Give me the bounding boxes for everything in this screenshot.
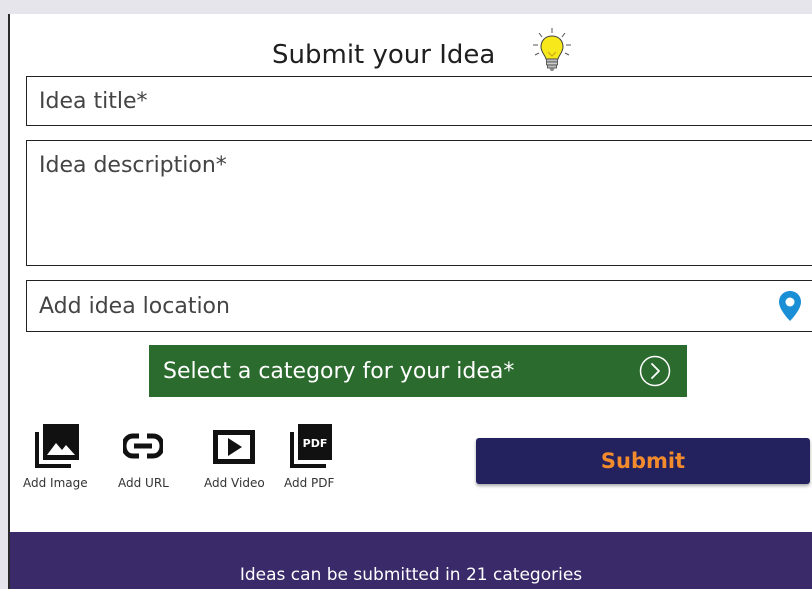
categories-info-text: Ideas can be submitted in 21 categories [239, 565, 583, 585]
link-icon [123, 433, 164, 459]
chevron-right-circle-icon[interactable] [639, 355, 671, 387]
add-url-button[interactable]: Add URL [118, 424, 169, 490]
idea-title-input[interactable]: Idea title* [26, 76, 812, 126]
add-image-button[interactable]: Add Image [23, 424, 88, 490]
video-icon [213, 430, 256, 464]
idea-description-textarea[interactable]: Idea description* [26, 140, 812, 266]
add-video-label: Add Video [204, 476, 265, 490]
category-label: Select a category for your idea* [163, 358, 515, 384]
idea-description-placeholder: Idea description* [39, 153, 227, 178]
add-image-label: Add Image [23, 476, 88, 490]
add-pdf-label: Add PDF [284, 476, 335, 490]
submit-button[interactable]: Submit [476, 438, 810, 484]
categories-info-banner: Ideas can be submitted in 21 categories [10, 532, 812, 589]
idea-title-placeholder: Idea title* [39, 88, 148, 114]
add-url-label: Add URL [118, 476, 169, 490]
image-icon [35, 424, 80, 468]
svg-text:PDF: PDF [303, 437, 328, 450]
lightbulb-icon [533, 28, 571, 71]
form-title: Submit your Idea [272, 40, 496, 70]
map-pin-icon[interactable] [778, 290, 802, 322]
form-header: Submit your Idea [10, 26, 812, 74]
idea-location-placeholder: Add idea location [39, 293, 230, 319]
pdf-icon: PDF [290, 424, 333, 468]
category-select[interactable]: Select a category for your idea* [149, 345, 687, 397]
add-video-button[interactable]: Add Video [204, 424, 265, 490]
idea-location-input[interactable]: Add idea location [26, 280, 812, 332]
idea-form-panel: Submit your Idea Idea title* Idea descri… [8, 14, 812, 589]
add-pdf-button[interactable]: PDF Add PDF [284, 424, 334, 490]
